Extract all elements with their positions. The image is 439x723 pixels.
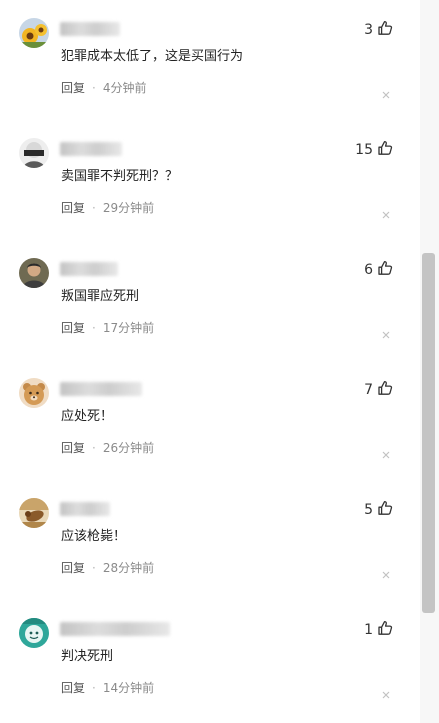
comment-list: 犯罪成本太低了，这是买国行为 回复 · 4分钟前 3 卖国罪不判死刑？？ 回复 · (0, 0, 420, 723)
comment-item: 应该枪毙！ 回复 · 28分钟前 5 (0, 480, 420, 600)
comment-meta: 回复 · 17分钟前 (61, 320, 154, 336)
comment-meta: 回复 · 26分钟前 (61, 440, 154, 456)
like-count: 3 (364, 22, 373, 38)
username-blurred (60, 382, 142, 396)
username-blurred (60, 622, 170, 636)
comment-meta: 回复 · 28分钟前 (61, 560, 154, 576)
reply-button[interactable]: 回复 (61, 321, 85, 335)
masked-person-avatar-icon[interactable] (19, 138, 49, 168)
username-blurred (60, 502, 110, 516)
bird-avatar-icon[interactable] (19, 498, 49, 528)
thumbs-up-icon (377, 620, 393, 640)
reply-button[interactable]: 回复 (61, 441, 85, 455)
close-icon[interactable] (381, 85, 391, 99)
comment-time: 17分钟前 (102, 321, 155, 335)
like-count: 7 (364, 382, 373, 398)
like-button[interactable]: 1 (364, 620, 393, 640)
separator-dot: · (92, 561, 96, 575)
like-count: 5 (364, 502, 373, 518)
comment-time: 26分钟前 (102, 441, 155, 455)
comment-time: 4分钟前 (102, 81, 147, 95)
comment-text: 卖国罪不判死刑？？ (61, 169, 179, 184)
close-icon[interactable] (381, 445, 391, 459)
thumbs-up-icon (377, 260, 393, 280)
reply-button[interactable]: 回复 (61, 81, 85, 95)
comment-time: 14分钟前 (102, 681, 155, 695)
portrait-avatar-icon[interactable] (19, 258, 49, 288)
comment-text: 应处死！ (61, 409, 114, 424)
comment-time: 29分钟前 (102, 201, 155, 215)
separator-dot: · (92, 441, 96, 455)
separator-dot: · (92, 321, 96, 335)
comment-time: 28分钟前 (102, 561, 155, 575)
username-blurred (60, 262, 118, 276)
comment-meta: 回复 · 4分钟前 (61, 80, 146, 96)
username-blurred (60, 22, 120, 36)
comment-item: 应处死！ 回复 · 26分钟前 7 (0, 360, 420, 480)
comment-item: 犯罪成本太低了，这是买国行为 回复 · 4分钟前 3 (0, 0, 420, 120)
close-icon[interactable] (381, 685, 391, 699)
reply-button[interactable]: 回复 (61, 681, 85, 695)
username-blurred (60, 142, 122, 156)
comment-text: 叛国罪应死刑 (61, 289, 140, 304)
comment-item: 叛国罪应死刑 回复 · 17分钟前 6 (0, 240, 420, 360)
separator-dot: · (92, 81, 96, 95)
scrollbar-thumb[interactable] (422, 253, 435, 613)
like-button[interactable]: 5 (364, 500, 393, 520)
separator-dot: · (92, 201, 96, 215)
comment-item: 卖国罪不判死刑？？ 回复 · 29分钟前 15 (0, 120, 420, 240)
thumbs-up-icon (377, 380, 393, 400)
like-count: 6 (364, 262, 373, 278)
reply-button[interactable]: 回复 (61, 561, 85, 575)
reply-button[interactable]: 回复 (61, 201, 85, 215)
comment-text: 应该枪毙！ (61, 529, 127, 544)
like-button[interactable]: 6 (364, 260, 393, 280)
close-icon[interactable] (381, 205, 391, 219)
sunflower-avatar-icon[interactable] (19, 18, 49, 48)
like-count: 1 (364, 622, 373, 638)
teal-cartoon-avatar-icon[interactable] (19, 618, 49, 648)
like-button[interactable]: 3 (364, 20, 393, 40)
bear-avatar-icon[interactable] (19, 378, 49, 408)
comment-meta: 回复 · 14分钟前 (61, 680, 154, 696)
close-icon[interactable] (381, 565, 391, 579)
comment-meta: 回复 · 29分钟前 (61, 200, 154, 216)
like-count: 15 (355, 142, 373, 158)
close-icon[interactable] (381, 325, 391, 339)
comment-item: 判决死刑 回复 · 14分钟前 1 (0, 600, 420, 720)
comment-text: 判决死刑 (61, 649, 114, 664)
comment-text: 犯罪成本太低了，这是买国行为 (61, 49, 244, 64)
thumbs-up-icon (377, 500, 393, 520)
thumbs-up-icon (377, 20, 393, 40)
separator-dot: · (92, 681, 96, 695)
thumbs-up-icon (377, 140, 393, 160)
like-button[interactable]: 15 (355, 140, 393, 160)
like-button[interactable]: 7 (364, 380, 393, 400)
